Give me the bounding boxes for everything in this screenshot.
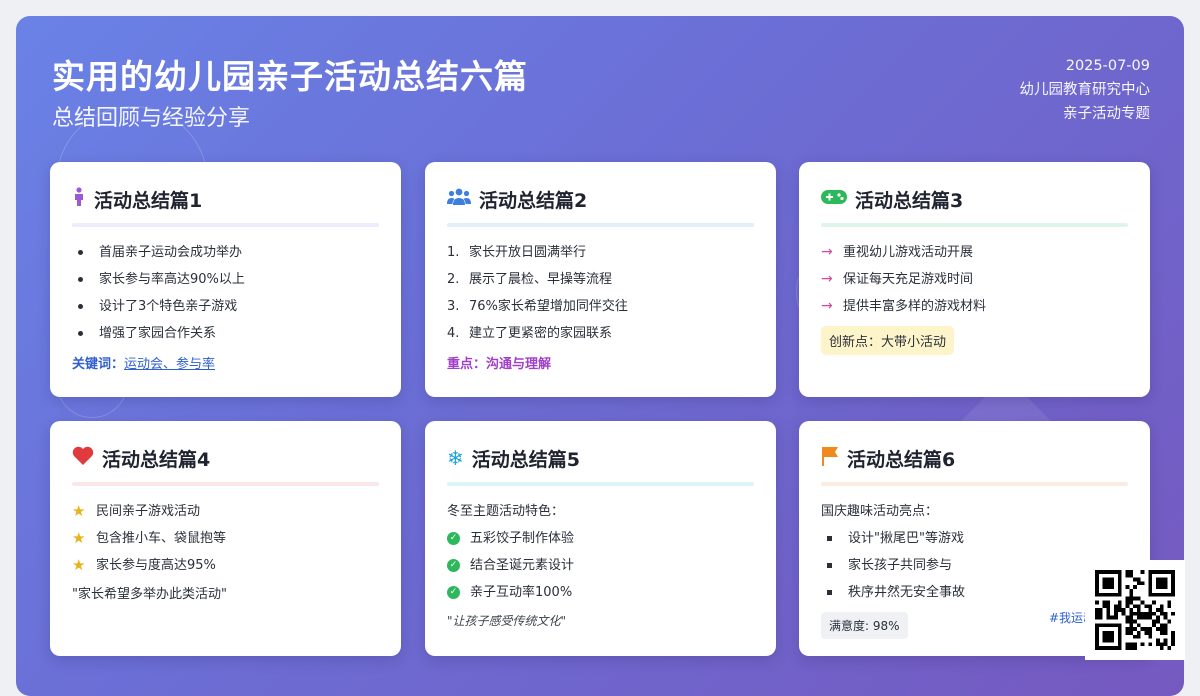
list-item: 设计了3个特色亲子游戏 bbox=[72, 293, 379, 320]
card-quote: "让孩子感受传统文化" bbox=[447, 614, 567, 628]
flag-icon bbox=[821, 446, 839, 470]
list-item: ✓ 亲子互动率100% bbox=[447, 579, 754, 606]
star-icon: ★ bbox=[72, 502, 86, 520]
summary-card-1: 活动总结篇1 首届亲子运动会成功举办 家长参与率高达90%以上 设计了3个特色亲… bbox=[50, 162, 401, 397]
card-list: → 重视幼儿游戏活动开展 → 保证每天充足游戏时间 → 提供丰富多样的游戏材料 bbox=[821, 239, 1128, 320]
check-circle-icon: ✓ bbox=[447, 586, 460, 599]
keyword-line: 关键词：运动会、参与率 bbox=[72, 357, 216, 372]
heart-icon bbox=[72, 446, 94, 470]
list-item: → 保证每天充足游戏时间 bbox=[821, 266, 1128, 293]
child-icon bbox=[72, 187, 86, 211]
list-item: ✓ 结合圣诞元素设计 bbox=[447, 552, 754, 579]
title-underline bbox=[447, 223, 754, 227]
satisfaction-badge: 满意度: 98% bbox=[821, 612, 908, 639]
users-icon bbox=[447, 188, 471, 210]
card-list: 设计"揪尾巴"等游戏 家长孩子共同参与 秩序井然无安全事故 bbox=[821, 525, 1128, 606]
summary-card-5: ❄ 活动总结篇5 冬至主题活动特色： ✓ 五彩饺子制作体验 ✓ 结合圣诞元素设计 ✓… bbox=[425, 421, 776, 656]
list-item: 增强了家园合作关系 bbox=[72, 320, 379, 347]
arrow-right-icon: → bbox=[821, 244, 833, 260]
list-item: ★ 民间亲子游戏活动 bbox=[72, 498, 379, 525]
organization: 幼儿园教育研究中心 bbox=[1019, 82, 1151, 98]
qr-code bbox=[1085, 560, 1185, 660]
title-underline bbox=[72, 482, 379, 486]
summary-card-2: 活动总结篇2 1. 家长开放日圆满举行 2. 展示了晨检、早操等流程 3. 76%家长… bbox=[425, 162, 776, 397]
list-item: → 重视幼儿游戏活动开展 bbox=[821, 239, 1128, 266]
summary-card-3: 活动总结篇3 → 重视幼儿游戏活动开展 → 保证每天充足游戏时间 → 提供丰富多样的游… bbox=[799, 162, 1150, 397]
header-meta: 2025-07-09 幼儿园教育研究中心 亲子活动专题 bbox=[1020, 54, 1151, 126]
title-underline bbox=[821, 223, 1128, 227]
arrow-right-icon: → bbox=[821, 271, 833, 287]
list-item: ★ 家长参与度高达95% bbox=[72, 552, 379, 579]
keyword-link[interactable]: 运动会、参与率 bbox=[124, 357, 215, 372]
list-item: 家长孩子共同参与 bbox=[821, 552, 1128, 579]
card-list: ✓ 五彩饺子制作体验 ✓ 结合圣诞元素设计 ✓ 亲子互动率100% bbox=[447, 525, 754, 606]
list-item: 家长参与率高达90%以上 bbox=[72, 266, 379, 293]
list-item: 设计"揪尾巴"等游戏 bbox=[821, 525, 1128, 552]
page-title: 实用的幼儿园亲子活动总结六篇 bbox=[52, 57, 528, 96]
card-title: 活动总结篇2 bbox=[479, 189, 588, 212]
card-list: ★ 民间亲子游戏活动 ★ 包含推小车、袋鼠抱等 ★ 家长参与度高达95% bbox=[72, 498, 379, 579]
snowflake-icon: ❄ bbox=[447, 446, 464, 470]
innovation-badge: 创新点：大带小活动 bbox=[821, 326, 955, 355]
card-intro: 冬至主题活动特色： bbox=[447, 504, 565, 519]
publish-date: 2025-07-09 bbox=[1065, 58, 1150, 74]
card-title: 活动总结篇4 bbox=[102, 448, 211, 471]
card-title: 活动总结篇6 bbox=[847, 448, 956, 471]
page-subtitle: 总结回顾与经验分享 bbox=[52, 106, 251, 131]
focus-line: 重点：沟通与理解 bbox=[447, 357, 552, 372]
card-title: 活动总结篇5 bbox=[471, 448, 580, 471]
topic-label: 亲子活动专题 bbox=[1063, 106, 1150, 122]
list-item: 4. 建立了更紧密的家园联系 bbox=[447, 326, 613, 341]
list-item: ★ 包含推小车、袋鼠抱等 bbox=[72, 525, 379, 552]
check-circle-icon: ✓ bbox=[447, 532, 460, 545]
card-list: 1. 家长开放日圆满举行 2. 展示了晨检、早操等流程 3. 76%家长希望增加同伴交… bbox=[447, 239, 754, 347]
star-icon: ★ bbox=[72, 529, 86, 547]
card-list: 首届亲子运动会成功举办 家长参与率高达90%以上 设计了3个特色亲子游戏 增强了… bbox=[72, 239, 379, 347]
title-underline bbox=[72, 223, 379, 227]
list-item: 2. 展示了晨检、早操等流程 bbox=[447, 272, 613, 287]
star-icon: ★ bbox=[72, 556, 86, 574]
summary-card-4: 活动总结篇4 ★ 民间亲子游戏活动 ★ 包含推小车、袋鼠抱等 ★ 家长参与度高达95%… bbox=[50, 421, 401, 656]
card-intro: 国庆趣味活动亮点： bbox=[821, 504, 939, 519]
title-underline bbox=[447, 482, 754, 486]
list-item: 1. 家长开放日圆满举行 bbox=[447, 245, 587, 260]
list-item: 秩序井然无安全事故 bbox=[821, 579, 1128, 606]
arrow-right-icon: → bbox=[821, 298, 833, 314]
list-item: ✓ 五彩饺子制作体验 bbox=[447, 525, 754, 552]
card-title: 活动总结篇3 bbox=[855, 189, 964, 212]
parent-quote: "家长希望多举办此类活动" bbox=[72, 587, 227, 602]
check-circle-icon: ✓ bbox=[447, 559, 460, 572]
list-item: → 提供丰富多样的游戏材料 bbox=[821, 293, 1128, 320]
card-title: 活动总结篇1 bbox=[94, 189, 203, 212]
list-item: 首届亲子运动会成功举办 bbox=[72, 239, 379, 266]
title-underline bbox=[821, 482, 1128, 486]
gamepad-icon bbox=[821, 189, 847, 209]
list-item: 3. 76%家长希望增加同伴交往 bbox=[447, 299, 628, 314]
